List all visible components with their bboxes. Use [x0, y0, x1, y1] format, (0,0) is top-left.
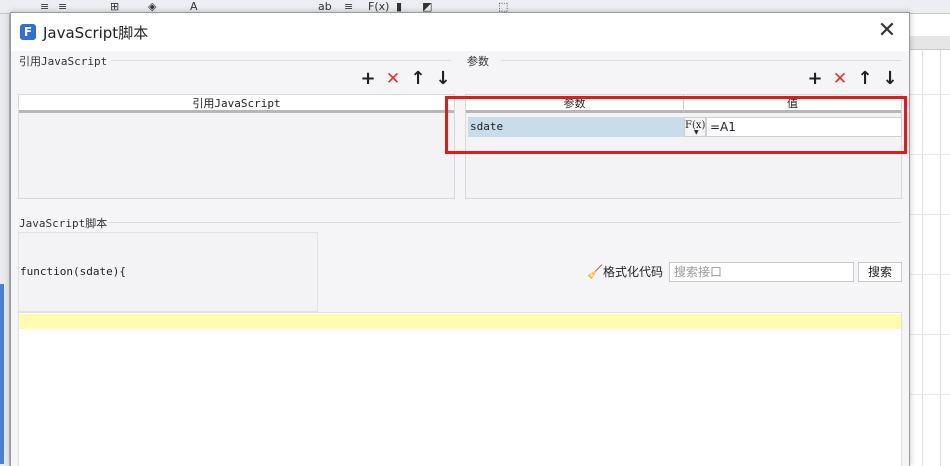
grid-row-line: [910, 334, 950, 335]
close-button[interactable]: ✕: [873, 19, 901, 45]
add-js-button[interactable]: +: [359, 70, 377, 88]
params-label: 参数: [467, 55, 489, 68]
search-button[interactable]: 搜索: [858, 262, 902, 282]
app-sheet-area: [910, 14, 950, 466]
grid-row-line: [910, 94, 950, 95]
add-param-button[interactable]: +: [806, 70, 824, 88]
js-script-label: JavaScript脚本: [19, 217, 108, 230]
javascript-dialog: F JavaScript脚本 ✕ 引用JavaScript + ✕ ↑ ↓ 引用…: [10, 12, 910, 466]
format-code-button[interactable]: 🧹格式化代码: [587, 262, 663, 282]
section-divider: [111, 60, 451, 61]
delete-param-button[interactable]: ✕: [831, 70, 849, 88]
delete-js-button[interactable]: ✕: [384, 70, 402, 88]
format-code-label: 格式化代码: [603, 265, 664, 279]
broom-icon: 🧹: [587, 265, 604, 280]
app-logo-icon: F: [20, 24, 36, 40]
section-divider: [501, 60, 901, 61]
grid-row-line: [910, 154, 950, 155]
move-down-js-button[interactable]: ↓: [434, 70, 452, 88]
grid-col-line: [940, 50, 941, 466]
dialog-titlebar[interactable]: F JavaScript脚本 ✕: [11, 13, 909, 51]
app-column-ruler: [910, 36, 950, 50]
move-up-param-button[interactable]: ↑: [856, 70, 874, 88]
dialog-title: JavaScript脚本: [43, 24, 149, 42]
highlight-box: [445, 96, 907, 154]
grid-col-line: [922, 50, 923, 466]
app-left-panel: [0, 14, 10, 466]
referenced-js-table[interactable]: 引用JavaScript: [18, 94, 455, 199]
grid-row-line: [910, 274, 950, 275]
function-signature: function(sdate){: [20, 265, 126, 278]
referenced-js-label: 引用JavaScript: [19, 55, 108, 68]
current-line-highlight: [19, 314, 901, 329]
code-editor[interactable]: [18, 312, 902, 466]
grid-row-line: [910, 214, 950, 215]
referenced-js-column-header[interactable]: 引用JavaScript: [19, 95, 454, 113]
app-left-accent: [0, 284, 4, 464]
move-down-param-button[interactable]: ↓: [881, 70, 899, 88]
move-up-js-button[interactable]: ↑: [409, 70, 427, 88]
function-signature-box: function(sdate){: [18, 232, 318, 312]
section-divider: [109, 222, 901, 223]
search-input[interactable]: [669, 262, 854, 282]
grid-row-line: [910, 394, 950, 395]
